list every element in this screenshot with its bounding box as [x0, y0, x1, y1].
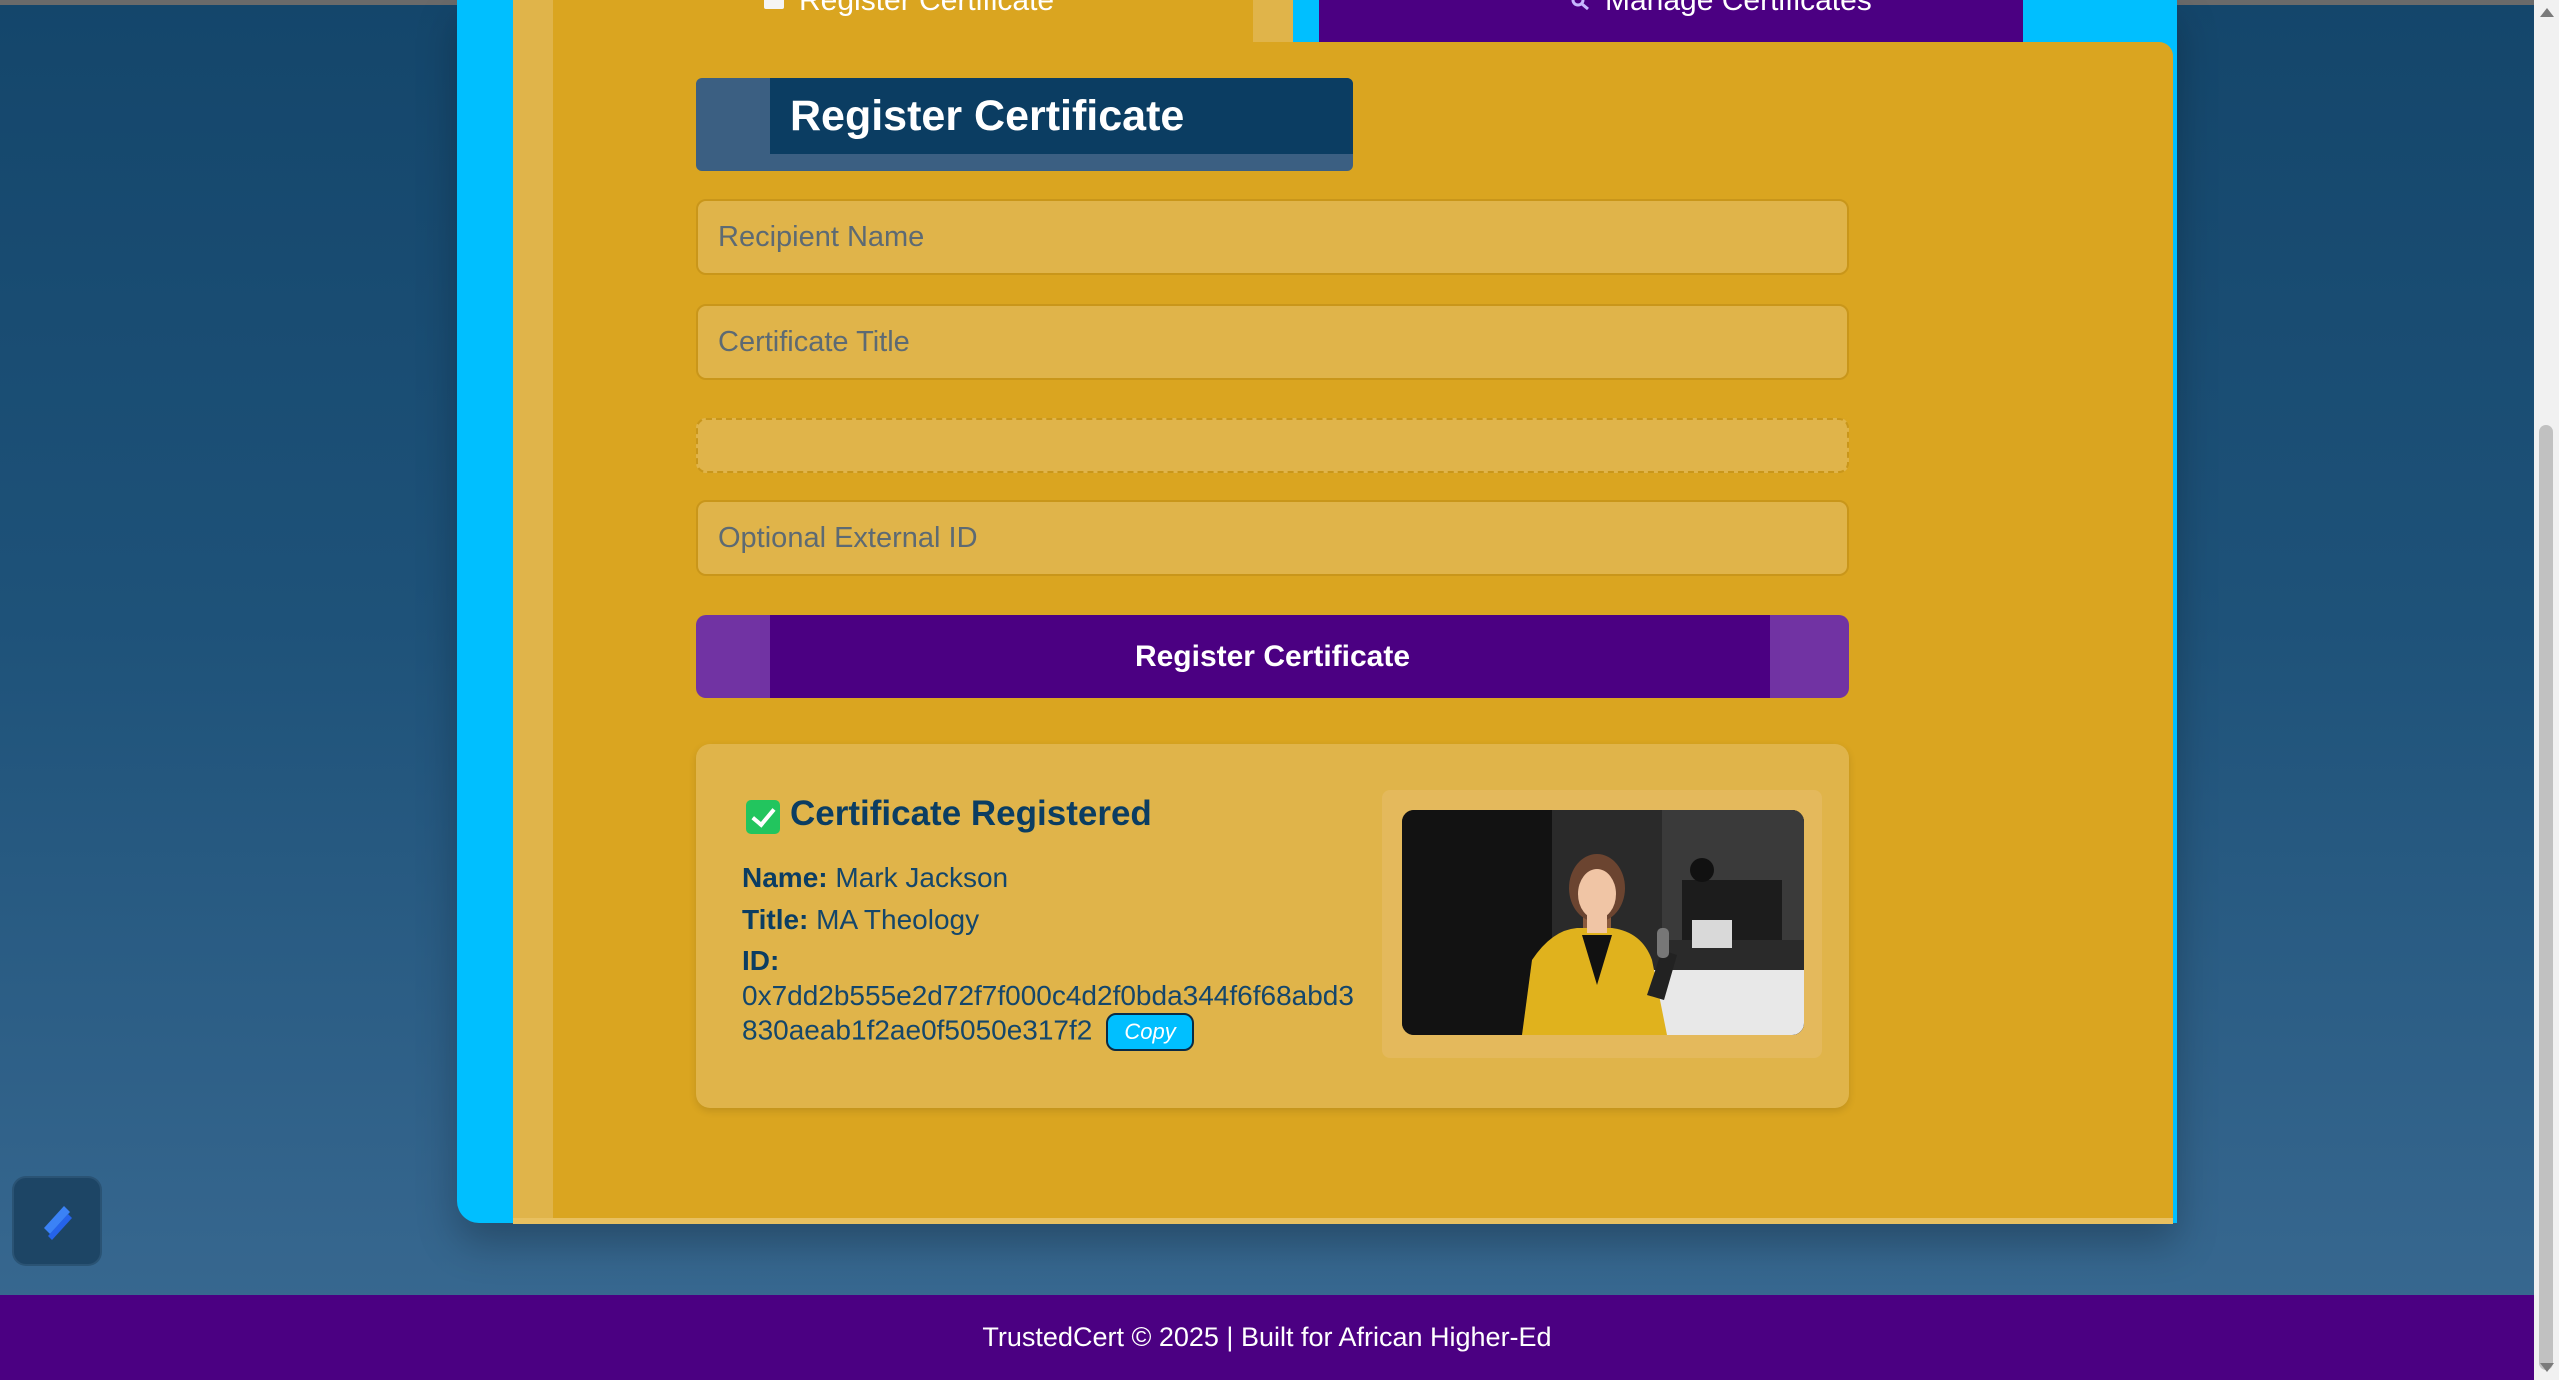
file-drop-zone[interactable]: [696, 418, 1849, 473]
tab-register-label: Register Certificate: [799, 0, 1055, 17]
card-side-strip: [513, 42, 553, 1218]
recipient-photo: [1402, 810, 1804, 1035]
title-label: Title:: [742, 904, 809, 935]
search-icon: [1571, 0, 1589, 11]
copy-id-button[interactable]: Copy: [1106, 1013, 1194, 1051]
certificate-title-row: Title: MA Theology: [742, 904, 979, 936]
floating-action-button[interactable]: [14, 1178, 100, 1264]
certificate-icon: [764, 0, 784, 10]
recipient-photo-frame: [1382, 790, 1822, 1058]
registration-result-card: Certificate Registered Name: Mark Jackso…: [696, 744, 1849, 1108]
page-title: Register Certificate: [790, 92, 1185, 140]
id-row: 0x7dd2b555e2d72f7f000c4d2f0bda344f6f68ab…: [742, 979, 1362, 1051]
name-value: Mark Jackson: [835, 862, 1009, 893]
tab-manage-certificates[interactable]: Manage Certificates: [1319, 0, 2023, 42]
scroll-down-arrow-icon[interactable]: [2540, 1363, 2554, 1372]
tab-manage-label: Manage Certificates: [1605, 0, 1872, 17]
register-certificate-button[interactable]: Register Certificate: [696, 615, 1849, 698]
tab-register-content: Register Certificate: [763, 0, 1054, 18]
title-value: MA Theology: [816, 904, 980, 935]
certificate-id-value: 0x7dd2b555e2d72f7f000c4d2f0bda344f6f68ab…: [742, 980, 1354, 1046]
register-button-label: Register Certificate: [1134, 640, 1411, 673]
tab-register-certificate[interactable]: Register Certificate: [553, 0, 1253, 42]
check-icon: [746, 800, 780, 834]
page-scrollbar[interactable]: [2534, 0, 2559, 1380]
recipient-name-row: Name: Mark Jackson: [742, 862, 1008, 894]
tab-gap: [1253, 0, 1293, 42]
recipient-name-input[interactable]: [696, 199, 1849, 275]
tab-manage-content: Manage Certificates: [1569, 0, 1872, 18]
page-title-bar: Register Certificate: [770, 78, 1353, 154]
page-title-box: Register Certificate: [696, 78, 1353, 171]
external-id-input[interactable]: [696, 500, 1849, 576]
certificate-title-input[interactable]: [696, 304, 1849, 380]
name-label: Name:: [742, 862, 828, 893]
bolt-logo-icon: [44, 1206, 72, 1240]
scrollbar-thumb[interactable]: [2539, 425, 2553, 1370]
scroll-up-arrow-icon[interactable]: [2540, 8, 2554, 17]
id-label: ID:: [742, 945, 780, 976]
portrait-illustration: [1402, 810, 1804, 1035]
footer-text: TrustedCert © 2025 | Built for African H…: [982, 1322, 1552, 1352]
site-footer: TrustedCert © 2025 | Built for African H…: [0, 1295, 2534, 1380]
card-bottom-edge: [513, 1218, 2173, 1224]
result-title: Certificate Registered: [790, 794, 1152, 833]
